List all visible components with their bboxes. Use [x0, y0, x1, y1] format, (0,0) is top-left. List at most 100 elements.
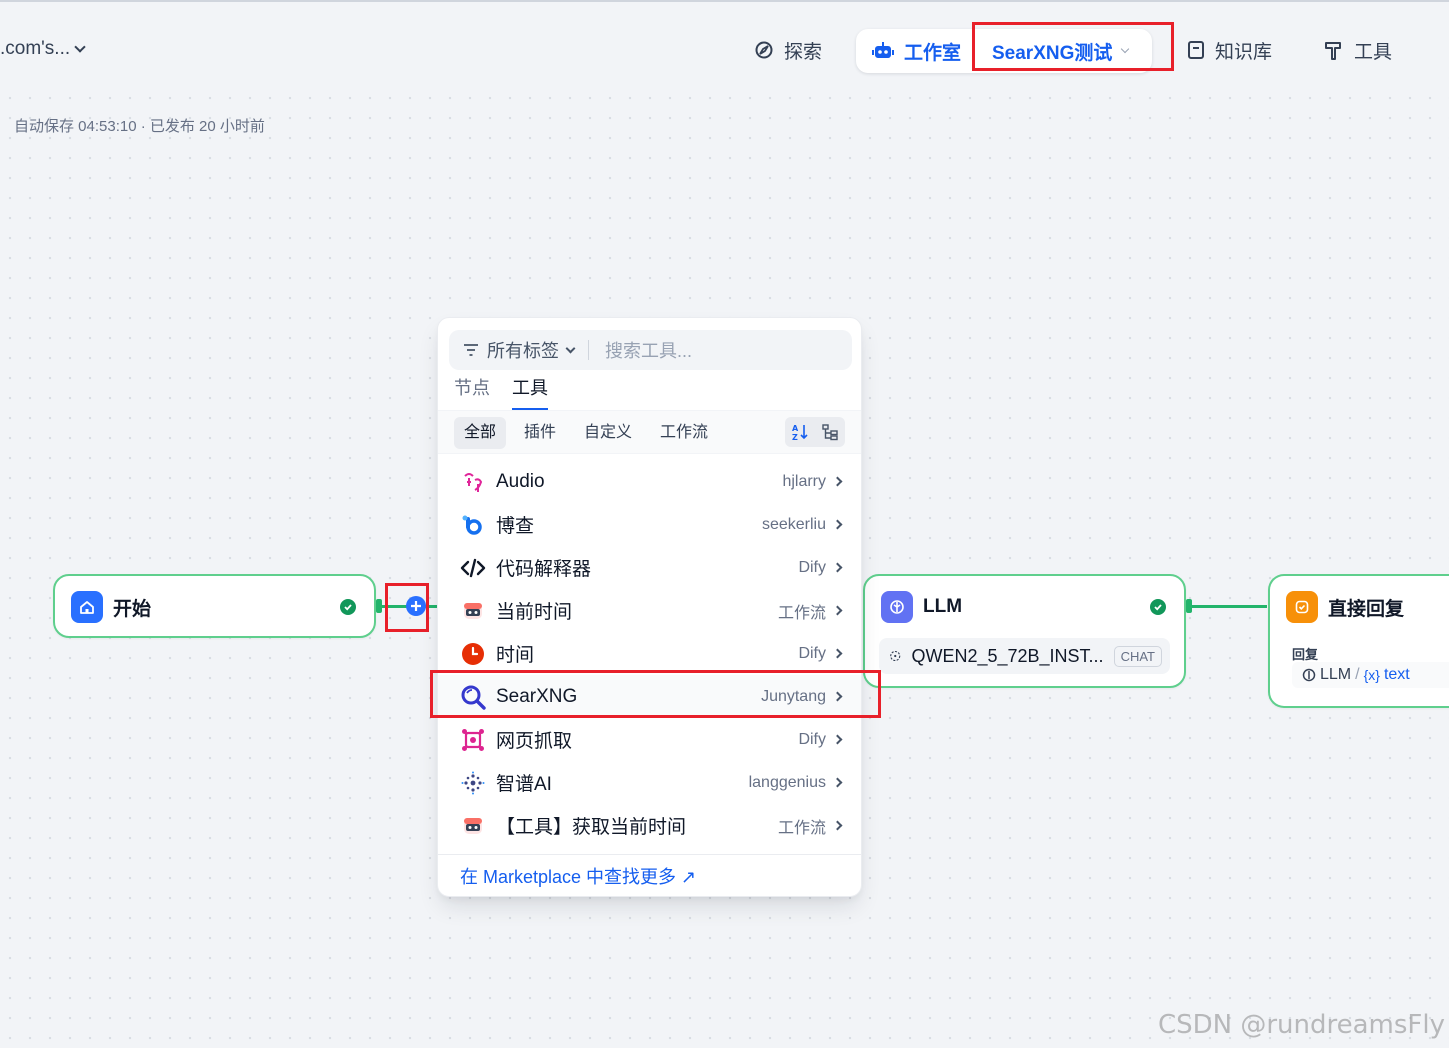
marketplace-link-label: 在 Marketplace 中查找更多 ↗ — [460, 867, 697, 887]
tool-item-current-time[interactable]: 当前时间 工作流 — [438, 589, 861, 632]
tool-name: 智谱AI — [496, 774, 552, 795]
bocha-icon — [460, 512, 486, 538]
svg-text:A: A — [792, 424, 799, 433]
chevron-right-icon — [832, 476, 843, 487]
watermark: CSDN @rundreamsFly — [1157, 1010, 1445, 1040]
filter-icon — [464, 344, 478, 356]
nav-explore-label: 探索 — [784, 41, 823, 63]
tool-item-bocha[interactable]: 博查 seekerliu — [438, 503, 861, 546]
tool-item-code-interpreter[interactable]: 代码解释器 Dify — [438, 546, 861, 589]
tool-name: 代码解释器 — [496, 559, 592, 580]
tool-item-zhipu[interactable]: 智谱AI langgenius — [438, 761, 861, 804]
chevron-right-icon — [832, 605, 843, 616]
nav-knowledge-label: 知识库 — [1215, 41, 1273, 63]
marketplace-link[interactable]: 在 Marketplace 中查找更多 ↗ — [438, 854, 861, 897]
chevron-down-icon — [74, 41, 86, 53]
answer-variable-name: text — [1383, 666, 1410, 683]
edge-llm-to-answer — [1190, 605, 1267, 608]
robot-icon — [460, 598, 486, 624]
answer-source-node: LLM — [1320, 666, 1352, 683]
tool-name: Audio — [496, 470, 545, 492]
nav-explore[interactable]: 探索 — [754, 30, 822, 70]
nav-studio[interactable]: 工作室 — [872, 31, 961, 71]
tool-author: Dify — [798, 730, 826, 748]
tool-name: 网页抓取 — [496, 731, 573, 752]
workspace-name: .com's... — [0, 38, 71, 59]
audio-icon — [460, 469, 486, 495]
nav-studio-label: 工作室 — [904, 42, 962, 64]
svg-text:Z: Z — [792, 433, 798, 441]
tool-author: seekerliu — [761, 515, 826, 533]
clock-icon — [460, 641, 486, 667]
home-icon — [71, 591, 103, 623]
view-toggle: AZ — [785, 417, 845, 447]
tool-item-audio[interactable]: Audio hjlarry — [438, 460, 861, 503]
divider — [588, 340, 589, 360]
tool-name: 当前时间 — [496, 602, 573, 623]
filter-custom[interactable]: 自定义 — [574, 417, 642, 449]
filter-workflow[interactable]: 工作流 — [650, 417, 718, 449]
picker-tabs: 节点 工具 — [454, 374, 548, 411]
llm-small-icon — [1302, 668, 1316, 682]
llm-mode-badge: CHAT — [1113, 645, 1162, 667]
tab-nodes[interactable]: 节点 — [454, 374, 490, 411]
book-icon — [1188, 41, 1204, 59]
llm-node[interactable]: LLM QWEN2_5_72B_INST... CHAT — [863, 574, 1186, 688]
nav-knowledge[interactable]: 知识库 — [1187, 30, 1272, 70]
tool-author: 工作流 — [777, 819, 826, 837]
chevron-right-icon — [832, 519, 843, 530]
filter-plugins[interactable]: 插件 — [514, 417, 566, 449]
robot-icon — [460, 813, 486, 839]
tab-tools[interactable]: 工具 — [512, 374, 548, 411]
start-node[interactable]: 开始 — [53, 574, 376, 638]
tool-author: Dify — [798, 558, 826, 576]
highlight-box-add-button — [385, 583, 429, 632]
highlight-box-app-name — [972, 22, 1174, 71]
webscraper-icon — [460, 727, 486, 753]
answer-node[interactable]: 直接回复 回复 LLM / {x} text — [1268, 574, 1449, 708]
sort-az-icon[interactable]: AZ — [791, 423, 809, 441]
chevron-right-icon — [832, 777, 843, 788]
answer-field-label: 回复 — [1292, 647, 1319, 662]
tool-author: langgenius — [748, 773, 826, 791]
tag-filter-label: 所有标签 — [487, 341, 559, 361]
tree-view-icon[interactable] — [821, 423, 839, 441]
path-separator: / — [1355, 666, 1360, 683]
nav-tools[interactable]: 工具 — [1324, 30, 1392, 70]
highlight-box-searxng — [430, 670, 881, 718]
workspace-switcher[interactable]: .com's... — [0, 38, 86, 60]
code-icon — [460, 555, 486, 581]
tool-author: hjlarry — [782, 472, 826, 490]
robot-icon — [872, 42, 894, 58]
nav-tools-label: 工具 — [1354, 41, 1393, 63]
chevron-right-icon — [832, 734, 843, 745]
tool-item-time[interactable]: 时间 Dify — [438, 632, 861, 675]
model-icon — [890, 650, 901, 662]
success-check-icon — [340, 599, 356, 615]
top-bar: .com's... 探索 工作室 SearXNG测试 知识库 工具 — [0, 0, 1449, 88]
llm-model-selector[interactable]: QWEN2_5_72B_INST... CHAT — [879, 638, 1170, 674]
llm-model-name: QWEN2_5_72B_INST... — [911, 645, 1104, 666]
tag-filter-dropdown[interactable]: 所有标签 — [463, 337, 576, 363]
start-node-title: 开始 — [113, 598, 152, 620]
explore-icon — [755, 41, 773, 59]
tool-search-bar: 所有标签 搜索工具... — [449, 330, 852, 370]
answer-variable-ref: LLM / {x} text — [1292, 662, 1449, 688]
tool-name: 【工具】获取当前时间 — [496, 817, 687, 838]
tool-name: 博查 — [496, 516, 535, 537]
chevron-right-icon — [832, 648, 843, 659]
tool-author: 工作流 — [777, 604, 826, 622]
tool-name: 时间 — [496, 645, 535, 666]
autosave-status: 自动保存 04:53:10 · 已发布 20 小时前 — [14, 118, 265, 135]
llm-node-title: LLM — [923, 596, 963, 617]
answer-node-title: 直接回复 — [1328, 598, 1405, 620]
chevron-right-icon — [832, 820, 843, 831]
filter-all[interactable]: 全部 — [454, 417, 507, 449]
tool-search-input[interactable]: 搜索工具... — [605, 337, 692, 363]
tool-type-filter-bar: 全部 插件 自定义 工作流 AZ — [438, 410, 861, 454]
answer-icon — [1286, 591, 1318, 623]
chevron-down-icon — [565, 343, 576, 353]
success-check-icon — [1150, 599, 1166, 615]
tool-item-get-current-time[interactable]: 【工具】获取当前时间 工作流 — [438, 804, 861, 847]
tool-item-webscraper[interactable]: 网页抓取 Dify — [438, 718, 861, 761]
